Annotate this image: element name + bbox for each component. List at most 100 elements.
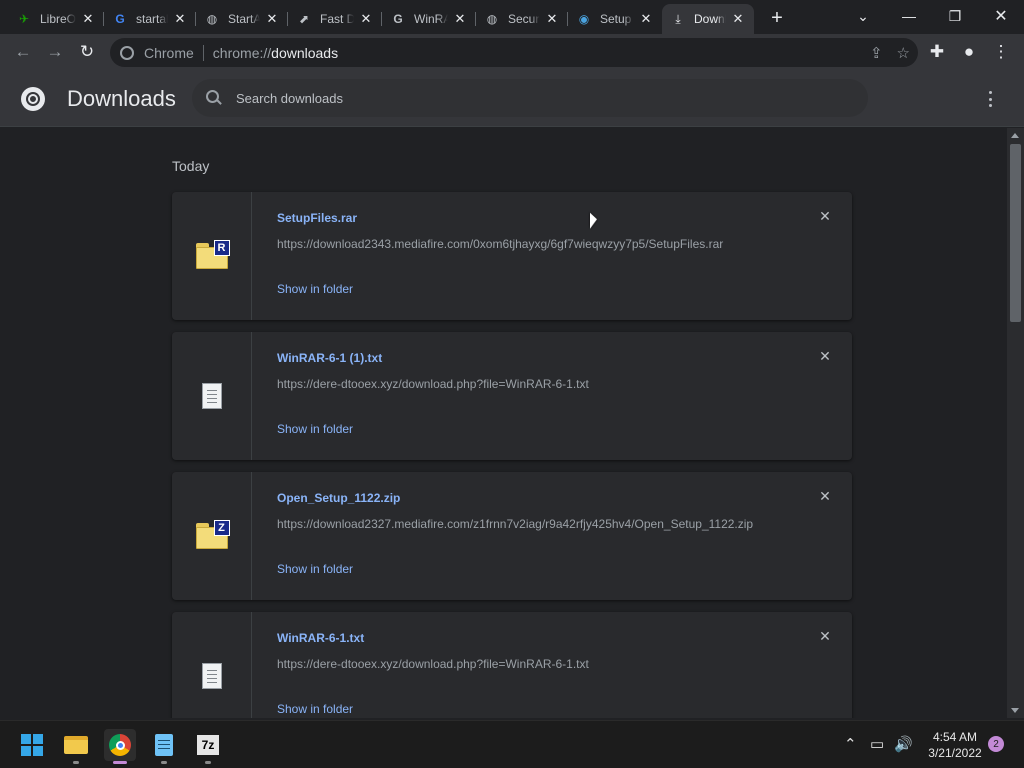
tab-close-icon[interactable]: ✕ — [452, 11, 468, 27]
date-section-label: Today — [172, 158, 210, 174]
new-tab-plus-icon[interactable]: + — [766, 7, 788, 29]
remove-download-close-icon[interactable]: ✕ — [817, 208, 833, 224]
clock-time: 4:54 AM — [932, 730, 978, 744]
file-icon-column: R — [172, 192, 252, 320]
search-downloads-input[interactable]: Search downloads — [192, 79, 868, 117]
download-file-name[interactable]: SetupFiles.rar — [277, 211, 357, 225]
taskbar-file-explorer[interactable] — [60, 729, 92, 764]
window-close-icon[interactable]: ✕ — [978, 0, 1024, 32]
tab-title: Security — [508, 12, 540, 26]
7zip-icon: 7z — [197, 735, 219, 755]
url-text[interactable]: chrome://downloads — [213, 45, 338, 61]
tab-close-icon[interactable]: ✕ — [730, 11, 746, 27]
chrome-icon — [109, 734, 131, 756]
file-icon-column — [172, 612, 252, 718]
tab-title: WinRAR — [414, 12, 448, 26]
setup-icon: ◉ — [578, 12, 590, 26]
vertical-scrollbar[interactable] — [1007, 128, 1024, 718]
download-url[interactable]: https://download2343.mediafire.com/0xom6… — [277, 237, 777, 251]
tab-fast-download[interactable]: ⬈ Fast Download ✕ — [288, 4, 382, 34]
show-in-folder-link[interactable]: Show in folder — [277, 422, 353, 436]
show-hidden-icons-chevron-icon[interactable]: ⌃ — [844, 735, 857, 753]
taskbar-chrome[interactable] — [104, 729, 136, 764]
tab-title: startallback — [136, 12, 168, 26]
download-url[interactable]: https://download2327.mediafire.com/z1frn… — [277, 517, 777, 531]
tab-title: LibreOffice — [40, 12, 76, 26]
text-file-icon — [201, 383, 222, 409]
forward-arrow-icon[interactable]: → — [42, 39, 68, 65]
remove-download-close-icon[interactable]: ✕ — [817, 348, 833, 364]
network-icon[interactable]: ▭ — [870, 735, 884, 753]
url-prefix: chrome:// — [212, 44, 272, 61]
scroll-down-arrow-icon[interactable] — [1011, 708, 1019, 713]
chrome-logo-icon — [21, 87, 45, 111]
browser-toolbar: ← → ↻ Chrome chrome://downloads ⇪ ☆ ✚ ● … — [0, 34, 1024, 71]
file-explorer-icon — [64, 736, 88, 754]
tab-search-chevron-icon[interactable]: ⌄ — [840, 0, 886, 32]
globe-icon: ◍ — [486, 12, 498, 26]
tab-downloads[interactable]: ⤓ Downloads ✕ — [662, 4, 754, 34]
tab-close-icon[interactable]: ✕ — [264, 11, 280, 27]
download-url[interactable]: https://dere-dtooex.xyz/download.php?fil… — [277, 377, 777, 391]
show-in-folder-link[interactable]: Show in folder — [277, 702, 353, 716]
mouse-pointer-icon — [590, 212, 597, 232]
zip-archive-icon: Z — [195, 520, 230, 549]
libreoffice-icon: ✈ — [18, 12, 30, 26]
system-clock[interactable]: 4:54 AM 3/21/2022 — [920, 729, 990, 761]
reload-icon[interactable]: ↻ — [74, 39, 100, 65]
show-in-folder-link[interactable]: Show in folder — [277, 562, 353, 576]
download-file-name[interactable]: WinRAR-6-1 (1).txt — [277, 351, 382, 365]
tab-close-icon[interactable]: ✕ — [544, 11, 560, 27]
rar-archive-icon: R — [195, 240, 230, 269]
page-title: Downloads — [67, 86, 176, 111]
download-file-name[interactable]: Open_Setup_1122.zip — [277, 491, 400, 505]
back-arrow-icon[interactable]: ← — [10, 39, 36, 65]
windows-taskbar: 7z ⌃ ▭ 🔊 4:54 AM 3/21/2022 — [0, 720, 1024, 768]
archive-badge: Z — [213, 520, 230, 536]
start-button[interactable] — [16, 729, 48, 761]
remove-download-close-icon[interactable]: ✕ — [817, 628, 833, 644]
chrome-menu-icon[interactable]: ⋮ — [988, 39, 1014, 65]
minimize-icon[interactable]: — — [886, 0, 932, 32]
tab-close-icon[interactable]: ✕ — [638, 11, 654, 27]
more-actions-icon[interactable] — [984, 89, 996, 109]
extensions-puzzle-icon[interactable]: ✚ — [924, 39, 950, 65]
download-file-name[interactable]: WinRAR-6-1.txt — [277, 631, 364, 645]
clock-date: 3/21/2022 — [928, 746, 982, 760]
scroll-up-arrow-icon[interactable] — [1011, 133, 1019, 138]
omnibox-actions: ⇪ ☆ — [870, 44, 910, 62]
tab-title: StartAllBack — [228, 12, 260, 26]
share-icon[interactable]: ⇪ — [870, 44, 883, 62]
tab-close-icon[interactable]: ✕ — [80, 11, 96, 27]
address-bar[interactable]: Chrome chrome://downloads ⇪ ☆ — [110, 38, 918, 67]
download-url[interactable]: https://dere-dtooex.xyz/download.php?fil… — [277, 657, 777, 671]
running-indicator — [73, 761, 79, 764]
omnibox-divider — [202, 44, 204, 61]
taskbar-7zip[interactable]: 7z — [192, 729, 224, 764]
taskbar-notepad[interactable] — [148, 729, 180, 764]
restore-icon[interactable]: ❐ — [932, 0, 978, 32]
bookmark-star-icon[interactable]: ☆ — [897, 44, 910, 62]
scrollbar-thumb[interactable] — [1010, 144, 1021, 322]
fast-download-icon: ⬈ — [298, 12, 310, 26]
show-in-folder-link[interactable]: Show in folder — [277, 282, 353, 296]
archive-badge: R — [213, 240, 230, 256]
download-item: WinRAR-6-1 (1).txt https://dere-dtooex.x… — [172, 332, 852, 460]
tab-close-icon[interactable]: ✕ — [358, 11, 374, 27]
tab-setup[interactable]: ◉ Setup ✕ — [568, 4, 662, 34]
tab-libreoffice[interactable]: ✈ LibreOffice ✕ — [8, 4, 104, 34]
remove-download-close-icon[interactable]: ✕ — [817, 488, 833, 504]
chrome-site-icon — [120, 45, 134, 60]
volume-icon[interactable]: 🔊 — [894, 735, 913, 753]
google-icon: G — [115, 12, 125, 26]
tab-strip: ✈ LibreOffice ✕ G startallback ✕ ◍ Start… — [0, 0, 1024, 34]
file-icon-column: Z — [172, 472, 252, 600]
notification-count-badge[interactable]: 2 — [988, 736, 1004, 752]
tab-close-icon[interactable]: ✕ — [172, 11, 188, 27]
tab-security[interactable]: ◍ Security ✕ — [476, 4, 568, 34]
tab-startallback[interactable]: ◍ StartAllBack ✕ — [196, 4, 288, 34]
globe-icon: ◍ — [206, 12, 218, 26]
tab-startallback-search[interactable]: G startallback ✕ — [104, 4, 196, 34]
profile-avatar-icon[interactable]: ● — [956, 39, 982, 65]
tab-winrar[interactable]: G WinRAR ✕ — [382, 4, 476, 34]
